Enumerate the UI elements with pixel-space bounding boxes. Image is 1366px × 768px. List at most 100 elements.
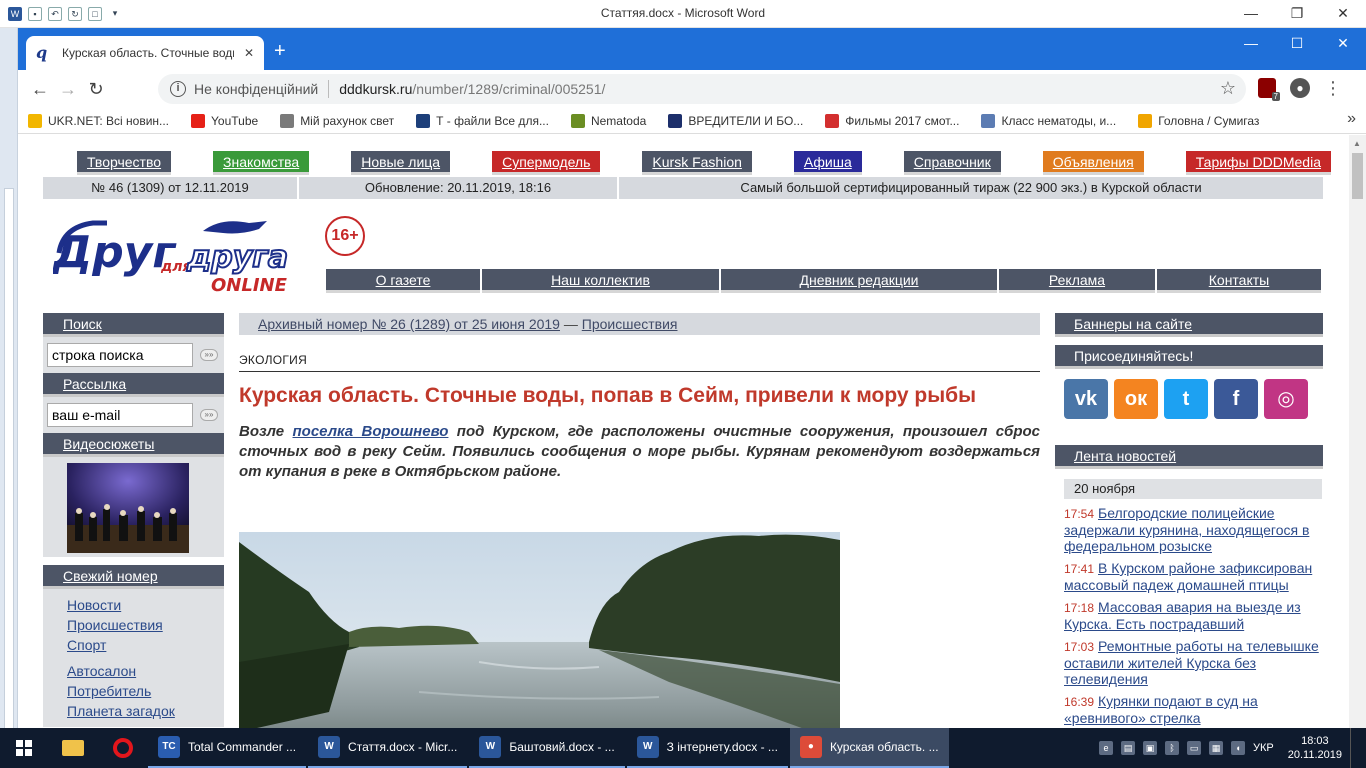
chrome-close-button[interactable]: ✕ bbox=[1320, 28, 1366, 60]
tray-app-icon[interactable]: ▣ bbox=[1143, 741, 1158, 755]
bookmark-item[interactable]: Nematoda bbox=[570, 113, 646, 128]
total-commander-icon: TC bbox=[158, 736, 180, 758]
tray-e-icon[interactable]: e bbox=[1099, 741, 1114, 755]
search-input[interactable] bbox=[47, 343, 193, 367]
volume-icon[interactable]: ◖ bbox=[1231, 741, 1246, 755]
word-minimize-button[interactable]: — bbox=[1228, 0, 1274, 28]
opera-button[interactable] bbox=[98, 728, 148, 768]
scroll-up-icon[interactable]: ▲ bbox=[1353, 139, 1361, 148]
twitter-icon[interactable]: t bbox=[1164, 379, 1208, 419]
taskbar-app-label: З інтернету.docx - ... bbox=[666, 740, 778, 754]
subnav-item[interactable]: Контакты bbox=[1157, 269, 1321, 293]
profile-avatar-icon[interactable]: ● bbox=[1290, 78, 1310, 98]
news-headline-link[interactable]: Ремонтные работы на телевышке оставили ж… bbox=[1064, 638, 1319, 687]
battery-icon[interactable]: ▭ bbox=[1187, 741, 1202, 755]
bookmarks-overflow-icon[interactable]: » bbox=[1347, 110, 1356, 128]
taskbar-app-button[interactable]: W З інтернету.docx - ... bbox=[626, 728, 788, 768]
taskbar-app-button[interactable]: ● Курская область. ... bbox=[789, 728, 949, 768]
topnav-item[interactable]: Творчество bbox=[77, 151, 172, 175]
clock[interactable]: 18:03 20.11.2019 bbox=[1288, 734, 1342, 762]
bookmark-item[interactable]: YouTube bbox=[191, 113, 258, 128]
ublock-extension-icon[interactable]: 7 bbox=[1258, 78, 1280, 101]
taskbar-app-button[interactable]: TC Total Commander ... bbox=[148, 728, 307, 768]
banners-title[interactable]: Баннеры на сайте bbox=[1055, 313, 1323, 337]
search-submit-button[interactable]: »» bbox=[200, 349, 218, 361]
fresh-item-sport[interactable]: Спорт bbox=[67, 635, 224, 655]
word-close-button[interactable]: ✕ bbox=[1320, 0, 1366, 28]
news-headline-link[interactable]: Массовая авария на выезде из Курска. Ест… bbox=[1064, 599, 1301, 632]
reload-button[interactable]: ↻ bbox=[82, 75, 110, 103]
subnav-item[interactable]: Наш коллектив bbox=[482, 269, 719, 293]
browser-tab-active[interactable]: q Курская область. Сточные воды ✕ bbox=[26, 36, 264, 70]
language-indicator[interactable]: УКР bbox=[1253, 742, 1274, 754]
taskbar-app-button[interactable]: W Баштовий.docx - ... bbox=[469, 728, 625, 768]
page-scrollbar[interactable]: ▲ bbox=[1349, 135, 1366, 728]
bookmark-item[interactable]: Класс нематоды, и... bbox=[981, 113, 1116, 128]
video-section-title[interactable]: Видеосюжеты bbox=[43, 433, 224, 457]
scrollbar-thumb[interactable] bbox=[1352, 153, 1363, 199]
video-thumbnail[interactable] bbox=[67, 463, 189, 553]
taskbar-app-button[interactable]: W Стаття.docx - Micr... bbox=[308, 728, 468, 768]
start-button[interactable] bbox=[0, 728, 48, 768]
newsletter-submit-button[interactable]: »» bbox=[200, 409, 218, 421]
chrome-maximize-button[interactable]: ☐ bbox=[1274, 28, 1320, 60]
bookmark-item[interactable]: Фильмы 2017 смот... bbox=[825, 113, 959, 128]
fresh-item-autosalon[interactable]: Автосалон bbox=[67, 661, 224, 681]
news-headline-link[interactable]: Белгородские полицейские задержали курян… bbox=[1064, 505, 1309, 554]
site-favicon-icon: q bbox=[36, 43, 48, 62]
bookmark-item[interactable]: Мій рахунок свет bbox=[280, 113, 394, 128]
topnav-item[interactable]: Объявления bbox=[1042, 151, 1144, 175]
instagram-icon[interactable]: ◎ bbox=[1264, 379, 1308, 419]
subnav-item[interactable]: О газете bbox=[326, 269, 480, 293]
new-tab-button[interactable]: + bbox=[274, 41, 286, 61]
fresh-issue-title[interactable]: Свежий номер bbox=[43, 565, 224, 589]
fresh-item-riddles[interactable]: Планета загадок bbox=[67, 701, 224, 721]
search-section-title[interactable]: Поиск bbox=[43, 313, 224, 337]
show-desktop-button[interactable] bbox=[1350, 728, 1356, 768]
fresh-item-incidents[interactable]: Происшествия bbox=[67, 615, 224, 635]
topnav-item[interactable]: Супермодель bbox=[492, 151, 601, 175]
topnav-item[interactable]: Афиша bbox=[793, 151, 862, 175]
odnoklassniki-icon[interactable]: ок bbox=[1114, 379, 1158, 419]
bookmark-item[interactable]: Головна / Сумигаз bbox=[1138, 113, 1259, 128]
subnav-item[interactable]: Дневник редакции bbox=[721, 269, 997, 293]
topnav-item[interactable]: Справочник bbox=[903, 151, 1001, 175]
network-icon[interactable]: ▦ bbox=[1209, 741, 1224, 755]
email-input[interactable] bbox=[47, 403, 193, 427]
bookmark-star-icon[interactable]: ☆ bbox=[1220, 78, 1236, 99]
news-feed-title[interactable]: Лента новостей bbox=[1055, 445, 1323, 469]
lead-place-link[interactable]: поселка Ворошнево bbox=[293, 423, 449, 440]
topnav-item[interactable]: Kursk Fashion bbox=[642, 151, 752, 175]
tray-network-drive-icon[interactable]: ▤ bbox=[1121, 741, 1136, 755]
word-restore-button[interactable]: ❐ bbox=[1274, 0, 1320, 28]
topnav-item[interactable]: Знакомства bbox=[213, 151, 310, 175]
chrome-minimize-button[interactable]: — bbox=[1228, 28, 1274, 60]
file-explorer-button[interactable] bbox=[48, 728, 98, 768]
back-button[interactable]: ← bbox=[26, 75, 54, 103]
news-headline-link[interactable]: В Курском районе зафиксирован массовый п… bbox=[1064, 560, 1312, 593]
vk-icon[interactable]: vk bbox=[1064, 379, 1108, 419]
breadcrumb-archive-link[interactable]: Архивный номер № 26 (1289) от 25 июня 20… bbox=[258, 316, 560, 332]
bluetooth-icon[interactable]: ᛒ bbox=[1165, 741, 1180, 755]
subnav-item[interactable]: Реклама bbox=[999, 269, 1155, 293]
bookmark-item[interactable]: UKR.NET: Всі новин... bbox=[28, 113, 169, 128]
forward-button[interactable]: → bbox=[54, 75, 82, 103]
tab-close-icon[interactable]: ✕ bbox=[244, 46, 254, 60]
bookmark-item[interactable]: ВРЕДИТЕЛИ И БО... bbox=[668, 113, 803, 128]
topnav-item[interactable]: Новые лица bbox=[351, 151, 451, 175]
newsletter-section-title[interactable]: Рассылка bbox=[43, 373, 224, 397]
chrome-menu-icon[interactable]: ⋮ bbox=[1324, 79, 1342, 97]
facebook-icon[interactable]: f bbox=[1214, 379, 1258, 419]
address-bar[interactable]: i Не конфіденційний dddkursk.ru/number/1… bbox=[158, 74, 1246, 104]
site-info-icon[interactable]: i bbox=[170, 81, 186, 97]
fresh-item-news[interactable]: Новости bbox=[67, 595, 224, 615]
ki-icon bbox=[825, 113, 840, 128]
bookmark-item[interactable]: Т - файли Все для... bbox=[416, 113, 549, 128]
taskbar-app-label: Курская область. ... bbox=[829, 740, 939, 754]
topnav-item[interactable]: Тарифы DDDMedia bbox=[1185, 151, 1331, 175]
breadcrumb-section-link[interactable]: Происшествия bbox=[582, 316, 678, 332]
article-photo[interactable] bbox=[239, 532, 840, 728]
fresh-item-consumer[interactable]: Потребитель bbox=[67, 681, 224, 701]
site-logo[interactable]: Друг для друга ONLINE bbox=[51, 209, 303, 296]
news-time: 17:03 bbox=[1064, 640, 1095, 654]
